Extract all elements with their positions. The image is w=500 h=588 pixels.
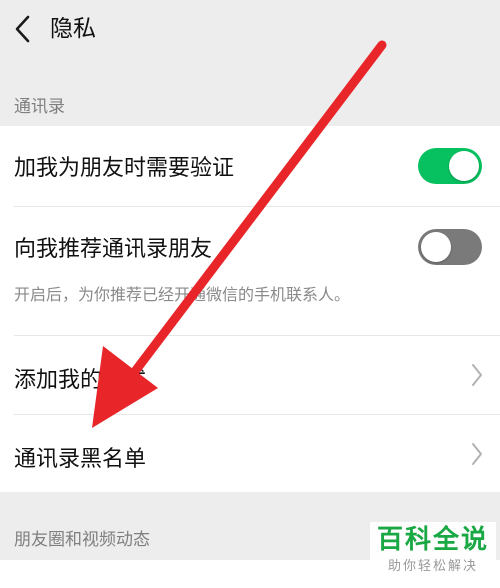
section-label-contacts: 通讯录 — [14, 97, 65, 117]
contacts-settings-card: 加我为朋友时需要验证 向我推荐通讯录朋友 开启后，为你推荐已经开通微信的手机联系… — [0, 126, 500, 492]
row-label-add-methods: 添加我的方式 — [14, 368, 147, 393]
watermark-logo: 百科全说 助你轻松解决 — [370, 522, 496, 584]
row-verify-friend-requests: 加我为朋友时需要验证 — [0, 126, 500, 206]
navigation-bar: 隐私 — [0, 0, 500, 60]
back-button[interactable] — [8, 12, 36, 46]
row-add-me-methods[interactable]: 添加我的方式 — [0, 336, 500, 414]
recommend-contacts-toggle[interactable] — [418, 229, 482, 265]
chevron-right-icon — [472, 443, 482, 465]
row-label-blacklist: 通讯录黑名单 — [14, 447, 147, 472]
row-label-recommend: 向我推荐通讯录朋友 — [14, 237, 213, 262]
chevron-left-icon — [15, 15, 30, 43]
watermark-subtitle: 助你轻松解决 — [387, 559, 478, 574]
toggle-knob — [449, 151, 479, 181]
row-contacts-blacklist[interactable]: 通讯录黑名单 — [0, 415, 500, 492]
page-title: 隐私 — [50, 16, 96, 42]
row-label-verify: 加我为朋友时需要验证 — [14, 156, 235, 181]
row-recommend-contacts: 向我推荐通讯录朋友 开启后，为你推荐已经开通微信的手机联系人。 — [0, 207, 500, 335]
toggle-knob — [421, 232, 451, 262]
chevron-right-icon — [472, 364, 482, 386]
verify-friend-toggle[interactable] — [418, 148, 482, 184]
section-label-moments: 朋友圈和视频动态 — [14, 530, 150, 550]
watermark-title: 百科全说 — [376, 525, 489, 555]
row-description-recommend: 开启后，为你推荐已经开通微信的手机联系人。 — [14, 285, 351, 304]
